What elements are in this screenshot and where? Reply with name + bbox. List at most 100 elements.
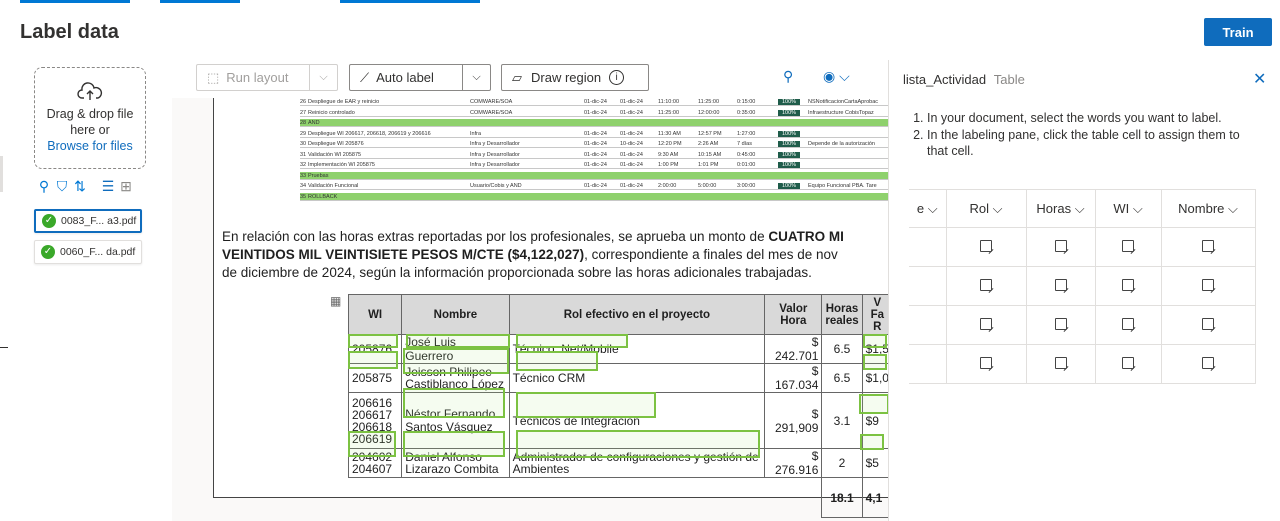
- selection-box[interactable]: [348, 334, 398, 348]
- close-icon[interactable]: ✕: [1253, 69, 1266, 89]
- column-header[interactable]: e ⌵: [909, 189, 947, 228]
- search-icon[interactable]: ⚲: [36, 178, 52, 194]
- label-cell[interactable]: [909, 266, 947, 306]
- sort-icon[interactable]: ⇅: [72, 178, 88, 194]
- mini-table-cell: 12:57 PM: [698, 130, 722, 137]
- column-header[interactable]: Nombre ⌵: [1160, 189, 1256, 228]
- selection-box[interactable]: [860, 434, 884, 450]
- label-cell[interactable]: [1160, 227, 1256, 267]
- mini-table-cell: 01-dic-24: [584, 151, 607, 158]
- edit-icon: [1202, 356, 1214, 369]
- search-icon[interactable]: ⚲: [783, 68, 793, 85]
- selection-box[interactable]: [403, 431, 505, 457]
- selection-box[interactable]: [516, 392, 656, 418]
- run-layout-label: Run layout: [226, 70, 289, 85]
- label-cell[interactable]: [1025, 305, 1096, 345]
- mini-table-row: 32 Implementación WI 205875 Infra y Desarr…: [300, 161, 888, 169]
- selection-box[interactable]: [516, 430, 760, 458]
- mini-table-cell: 01-dic-24: [620, 183, 643, 189]
- mini-table-cell: 11:10:00: [658, 99, 680, 105]
- mini-table-cell: 01-dic-24: [584, 141, 607, 147]
- mini-table-cell: 12:00:00: [698, 109, 720, 116]
- selection-box[interactable]: [403, 348, 509, 374]
- mini-table-cell: Infra y Desarrollador: [470, 151, 520, 158]
- table-header: V Fa R: [861, 294, 888, 335]
- selection-box[interactable]: [348, 431, 396, 457]
- label-cell[interactable]: [945, 266, 1027, 306]
- label-cell[interactable]: [1025, 227, 1096, 267]
- selection-box[interactable]: [863, 334, 887, 348]
- chevron-down-icon[interactable]: ⌵: [462, 65, 490, 90]
- column-header[interactable]: Rol ⌵: [945, 189, 1027, 228]
- mini-table-row: 34 Validación Funcional Usuario/Cobis y AN…: [300, 182, 888, 190]
- file-item[interactable]: ✓ 0060_F... da.pdf: [34, 240, 142, 264]
- edit-icon: [1202, 278, 1214, 291]
- mini-table-cell: 26: [300, 99, 307, 105]
- draw-region-button[interactable]: ▱ Draw region i: [501, 64, 649, 91]
- mini-table-cell: 29: [300, 130, 307, 137]
- mini-table-cell: AND: [308, 120, 320, 126]
- label-cell[interactable]: [945, 227, 1027, 267]
- label-row: [909, 305, 1256, 345]
- filter-icon[interactable]: ⛉: [54, 178, 70, 194]
- mini-table-cell: 11:25:00: [698, 99, 720, 105]
- mini-table-cell: Despliegue WI 206617, 206618, 206619 y 2…: [308, 130, 431, 137]
- selection-box[interactable]: [516, 334, 628, 348]
- document-viewer[interactable]: 26 Despliegue de EAR y reinicio COMWARE/SO…: [172, 98, 888, 521]
- mini-table-cell: 01-dic-24: [584, 183, 607, 189]
- selection-box[interactable]: [348, 351, 398, 369]
- auto-label-button[interactable]: ⟋ Auto label ⌵: [349, 64, 491, 91]
- table-region-icon[interactable]: ▦: [330, 294, 341, 308]
- column-header[interactable]: Horas ⌵: [1025, 189, 1096, 228]
- field-header: lista_Actividad Table: [903, 72, 1025, 87]
- check-circle-icon: ✓: [41, 245, 55, 259]
- run-layout-button[interactable]: ⬚ Run layout ⌵: [196, 64, 338, 91]
- label-cell[interactable]: [945, 305, 1027, 345]
- label-cell[interactable]: [1160, 344, 1256, 384]
- mini-table-cell: 01-dic-24: [620, 130, 643, 137]
- label-cell[interactable]: [1025, 344, 1096, 384]
- mini-table-cell: Despliegue WI 205876: [308, 141, 364, 147]
- label-cell[interactable]: [909, 227, 947, 267]
- mini-table-cell: 5:00:00: [698, 183, 717, 189]
- view-eye-icon[interactable]: ◉ ⌵: [823, 68, 850, 85]
- browse-files-link[interactable]: Browse for files: [35, 138, 145, 154]
- selection-box[interactable]: [403, 388, 505, 418]
- file-name: 0060_F... da.pdf: [60, 246, 136, 258]
- column-header[interactable]: WI ⌵: [1094, 189, 1162, 228]
- label-cell[interactable]: [909, 305, 947, 345]
- selection-box[interactable]: [859, 394, 888, 414]
- label-cell[interactable]: [1094, 344, 1162, 384]
- selection-box[interactable]: [863, 354, 887, 370]
- mini-table-cell: Despliegue de EAR y reinicio: [308, 99, 380, 105]
- mini-table-cell: Validación Funcional: [308, 183, 359, 189]
- mini-table-cell: 12:20 PM: [658, 141, 682, 147]
- table-header: Horas reales: [821, 294, 863, 335]
- mini-table-cell: 1:01 PM: [698, 162, 719, 168]
- label-cell[interactable]: [1160, 305, 1256, 345]
- label-cell[interactable]: [1094, 305, 1162, 345]
- label-cell[interactable]: [1094, 266, 1162, 306]
- label-cell[interactable]: [1160, 266, 1256, 306]
- label-cell[interactable]: [1025, 266, 1096, 306]
- layout-icon: ⬚: [207, 69, 220, 85]
- mini-table-cell: 30: [300, 141, 307, 147]
- label-cell[interactable]: [1094, 227, 1162, 267]
- selection-box[interactable]: [516, 351, 598, 371]
- train-button[interactable]: Train: [1204, 18, 1272, 46]
- mini-table-cell: 32: [300, 162, 307, 168]
- grid-view-icon[interactable]: ⊞: [118, 178, 134, 194]
- file-item[interactable]: ✓ 0083_F... a3.pdf: [34, 209, 142, 233]
- list-view-icon[interactable]: ☰: [100, 178, 116, 194]
- selection-box[interactable]: [406, 334, 510, 348]
- page-title: Label data: [20, 21, 119, 43]
- info-icon[interactable]: i: [609, 70, 625, 85]
- chevron-down-icon[interactable]: ⌵: [309, 65, 337, 90]
- label-row: [909, 344, 1256, 384]
- edit-icon: [1054, 317, 1067, 330]
- file-drop-zone[interactable]: Drag & drop file here or Browse for file…: [34, 67, 146, 169]
- edit-icon: [980, 356, 992, 369]
- label-cell[interactable]: [945, 344, 1027, 384]
- label-cell[interactable]: [909, 344, 947, 384]
- edit-icon: [1054, 239, 1067, 252]
